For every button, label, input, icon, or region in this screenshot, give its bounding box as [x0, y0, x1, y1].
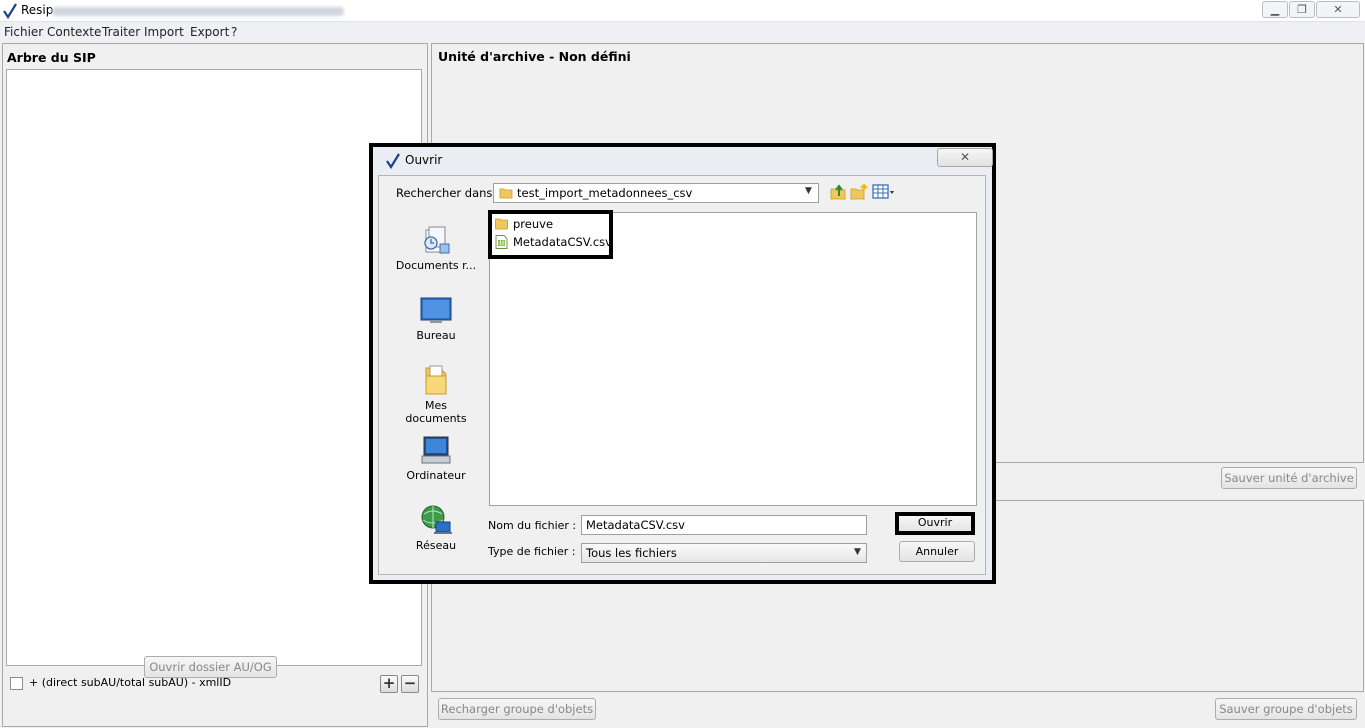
dialog-title: Ouvrir: [405, 153, 443, 167]
expand-tree-button[interactable]: +: [380, 674, 398, 693]
file-name: preuve: [513, 216, 554, 231]
recent-documents-icon: [424, 226, 450, 254]
close-icon: ✕: [1333, 3, 1343, 16]
minimize-button[interactable]: ▁: [1262, 1, 1288, 18]
menu-import[interactable]: Import: [144, 25, 184, 39]
desktop-icon: [420, 297, 452, 323]
open-button[interactable]: Ouvrir: [899, 516, 971, 531]
save-object-group-button[interactable]: Sauver groupe d'objets: [1215, 698, 1357, 720]
folder-up-icon[interactable]: [829, 183, 847, 201]
save-archive-unit-button[interactable]: Sauver unité d'archive: [1221, 467, 1357, 489]
minimize-icon: ▁: [1270, 3, 1280, 16]
menu-bar: Fichier Contexte Traiter Import Export ?: [0, 22, 1365, 41]
file-item-preuve[interactable]: preuve: [495, 215, 553, 232]
title-bar: Resip ▁ ❐ ✕: [0, 0, 1365, 22]
view-menu-icon[interactable]: [872, 183, 896, 201]
close-window-button[interactable]: ✕: [1316, 1, 1360, 18]
place-desktop[interactable]: Bureau: [393, 294, 479, 342]
sip-tree-panel: Arbre du SIP + (direct subAU/total subAU…: [2, 43, 428, 727]
resip-logo-icon: [386, 153, 400, 169]
place-computer[interactable]: Ordinateur: [393, 434, 479, 482]
place-label: Bureau: [416, 329, 456, 342]
filetype-dropdown[interactable]: Tous les fichiers ▼: [581, 543, 867, 563]
place-network[interactable]: Réseau: [393, 504, 479, 552]
open-au-og-folder-button[interactable]: Ouvrir dossier AU/OG: [144, 656, 277, 678]
resip-logo-icon: [3, 3, 17, 19]
close-icon: ✕: [959, 150, 971, 164]
place-label: Réseau: [415, 539, 457, 552]
folder-icon: [495, 218, 508, 230]
file-list[interactable]: preuve MetadataCSV.csv: [488, 210, 977, 506]
sip-tree-title: Arbre du SIP: [7, 50, 96, 65]
file-name: MetadataCSV.csv: [513, 234, 612, 249]
place-recent-documents[interactable]: Documents r...: [393, 224, 479, 272]
csv-file-icon: [495, 234, 508, 249]
menu-contexte[interactable]: Contexte: [47, 25, 101, 39]
menu-traiter[interactable]: Traiter: [102, 25, 140, 39]
look-in-dropdown[interactable]: test_import_metadonnees_csv ▼: [493, 183, 819, 203]
place-label: Documents r...: [395, 259, 477, 272]
dialog-close-button[interactable]: ✕: [937, 148, 993, 167]
plus-icon: +: [382, 674, 396, 692]
open-dialog: Ouvrir ✕ Rechercher dans : test_import_m…: [369, 143, 996, 584]
place-label: Ordinateur: [406, 469, 466, 482]
title-path-blurred: [52, 7, 344, 16]
window-title: Resip: [21, 3, 54, 17]
menu-fichier[interactable]: Fichier: [4, 25, 43, 39]
look-in-value: test_import_metadonnees_csv: [517, 186, 693, 200]
network-icon: [421, 505, 452, 534]
open-button-highlight: Ouvrir: [895, 512, 975, 535]
look-in-label: Rechercher dans :: [396, 186, 500, 200]
chevron-down-icon: ▼: [805, 186, 812, 196]
filename-label: Nom du fichier :: [488, 519, 577, 532]
sip-tree-view[interactable]: [6, 69, 422, 666]
place-label: Mes documents: [405, 399, 467, 425]
my-documents-icon: [425, 365, 447, 395]
filetype-value: Tous les fichiers: [586, 546, 677, 560]
file-item-metadatacsv[interactable]: MetadataCSV.csv: [495, 233, 612, 250]
collapse-tree-button[interactable]: −: [401, 674, 419, 693]
archive-unit-title: Unité d'archive - Non défini: [438, 49, 631, 64]
chevron-down-icon: ▼: [854, 547, 861, 557]
reload-object-group-button[interactable]: Recharger groupe d'objets: [438, 698, 596, 720]
filename-input[interactable]: MetadataCSV.csv: [581, 515, 867, 535]
restore-icon: ❐: [1297, 3, 1307, 16]
menu-help[interactable]: ?: [231, 25, 237, 39]
xmlid-checkbox[interactable]: [10, 677, 23, 690]
new-folder-icon[interactable]: [850, 183, 868, 201]
computer-icon: [421, 436, 451, 464]
minus-icon: −: [403, 674, 417, 692]
place-my-documents[interactable]: Mes documents: [393, 364, 479, 425]
files-highlight: preuve MetadataCSV.csv: [488, 210, 613, 259]
cancel-button[interactable]: Annuler: [899, 541, 975, 562]
folder-icon: [499, 188, 513, 199]
dialog-body: Rechercher dans : test_import_metadonnee…: [378, 175, 986, 575]
menu-export[interactable]: Export: [190, 25, 229, 39]
filetype-label: Type de fichier :: [488, 545, 576, 558]
maximize-button[interactable]: ❐: [1289, 1, 1315, 18]
